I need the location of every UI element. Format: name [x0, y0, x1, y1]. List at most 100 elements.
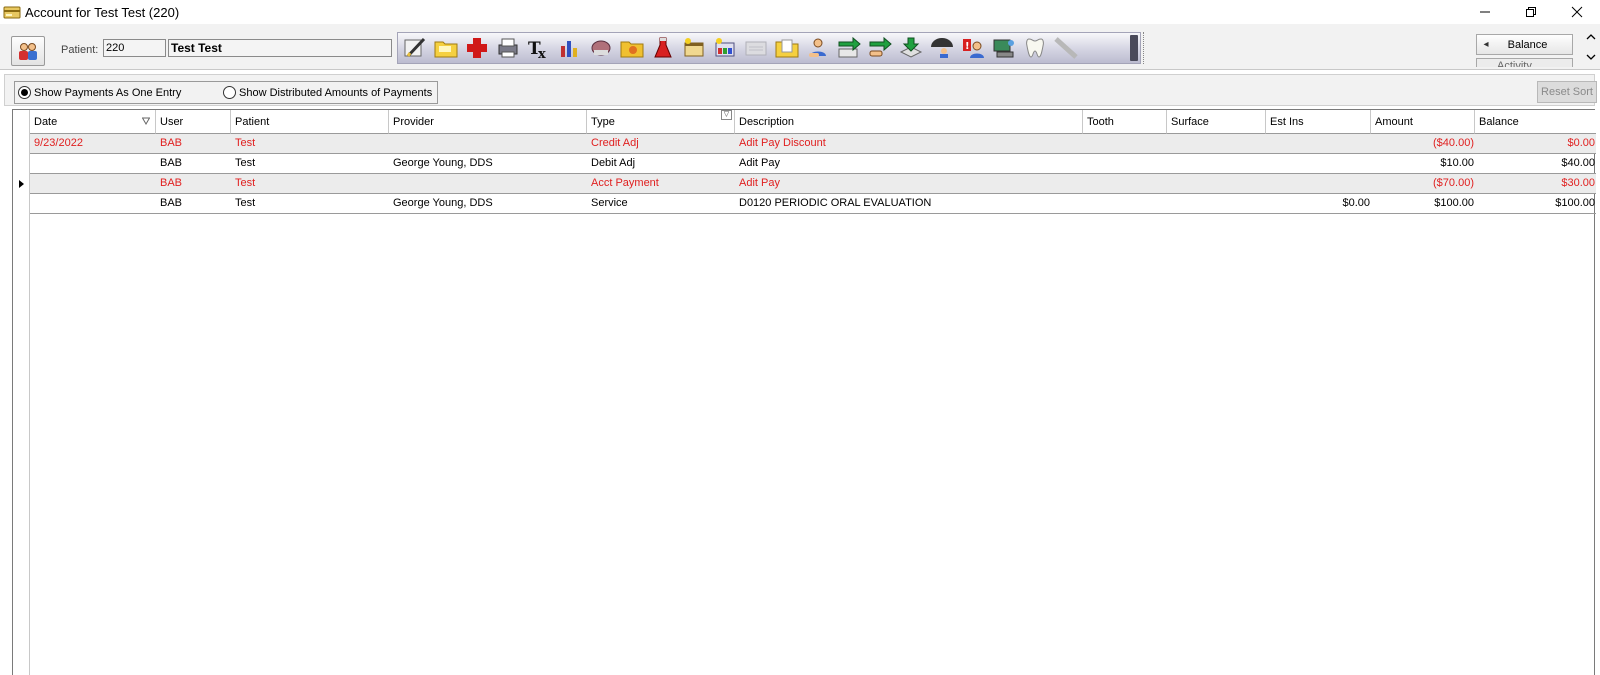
alert-person-button[interactable]: !: [958, 34, 988, 62]
balance-button[interactable]: ◂ Balance: [1476, 34, 1573, 55]
cell-provider: George Young, DDS: [393, 157, 493, 169]
cell-balance: $30.00: [1561, 177, 1595, 189]
radio-one-label: Show Payments As One Entry: [34, 86, 182, 99]
column-header-provider[interactable]: Provider: [389, 110, 587, 134]
minimize-button[interactable]: [1462, 0, 1508, 24]
cell-patient: Test: [235, 197, 256, 209]
chart-button[interactable]: [555, 34, 585, 62]
forward-hand-button[interactable]: [865, 34, 895, 62]
column-header-description[interactable]: Description: [735, 110, 1083, 134]
computer-button[interactable]: [989, 34, 1019, 62]
new-window-button[interactable]: [679, 34, 709, 62]
cell-tooth: [1083, 174, 1167, 193]
column-header-user[interactable]: User: [156, 110, 231, 134]
cell-user: BAB: [160, 177, 183, 189]
cell-user: BAB: [160, 197, 183, 209]
cell-est-ins: $0.00: [1342, 197, 1370, 209]
activity-button[interactable]: Activity: [1476, 58, 1573, 67]
folder-button[interactable]: [431, 34, 461, 62]
patient-label: Patient:: [61, 44, 99, 56]
family-select-button[interactable]: [11, 36, 45, 66]
options-bar: Show Payments As One Entry Show Distribu…: [4, 74, 1597, 106]
column-header-est-ins[interactable]: Est Ins: [1266, 110, 1371, 134]
folder-orange-icon: [620, 41, 644, 58]
cell-patient: Test: [235, 157, 256, 169]
table-row[interactable]: BAB Test Acct Payment Adit Pay ($70.00) …: [30, 174, 1596, 194]
image-folder-button[interactable]: [617, 34, 647, 62]
ruler-button[interactable]: [1051, 34, 1081, 62]
filter-icon[interactable]: ▽: [721, 110, 732, 120]
column-header-type[interactable]: Type ▽: [587, 110, 735, 134]
tooth-chart-button[interactable]: [1020, 34, 1050, 62]
cell-balance: $40.00: [1561, 157, 1595, 169]
cell-surface: [1167, 174, 1266, 193]
window-controls: [1462, 0, 1600, 24]
cell-surface: [1167, 194, 1266, 213]
cell-tooth: [1083, 134, 1167, 153]
new-window-color-icon: [715, 38, 735, 57]
account-card-icon: [3, 6, 21, 19]
cell-surface: [1167, 134, 1266, 153]
cell-description: Adit Pay: [739, 177, 780, 189]
svg-text:!: !: [965, 41, 970, 52]
tx-button[interactable]: Tx: [524, 34, 554, 62]
close-button[interactable]: [1554, 0, 1600, 24]
patient-number-field[interactable]: [103, 39, 166, 57]
patient-name-field[interactable]: [168, 39, 392, 57]
download-tray-icon: [899, 37, 923, 58]
show-payments-one-entry-radio[interactable]: Show Payments As One Entry: [18, 86, 181, 99]
table-row[interactable]: BAB Test George Young, DDS Service D0120…: [30, 194, 1596, 214]
download-button[interactable]: [896, 34, 926, 62]
header-scroll-down-button[interactable]: [1584, 50, 1598, 64]
restore-button[interactable]: [1508, 0, 1554, 24]
user-hand-button[interactable]: [803, 34, 833, 62]
cell-amount: $10.00: [1440, 157, 1474, 169]
insurance-button[interactable]: [927, 34, 957, 62]
new-window-color-button[interactable]: [710, 34, 740, 62]
column-header-date[interactable]: Date: [30, 110, 156, 134]
balance-arrow-icon: ◂: [1483, 39, 1489, 50]
close-icon: [1571, 6, 1583, 18]
lab-button[interactable]: [648, 34, 678, 62]
alert-person-icon: !: [963, 39, 984, 58]
tooth-pink-icon: [591, 40, 611, 56]
edit-pen-button[interactable]: [400, 34, 430, 62]
table-row[interactable]: BAB Test George Young, DDS Debit Adj Adi…: [30, 154, 1596, 174]
perio-button[interactable]: [586, 34, 616, 62]
cell-provider: George Young, DDS: [393, 197, 493, 209]
column-header-patient[interactable]: Patient: [231, 110, 389, 134]
forward-button[interactable]: [834, 34, 864, 62]
reset-sort-button[interactable]: Reset Sort: [1537, 81, 1597, 103]
cell-date: [30, 154, 156, 173]
family-icon: [19, 43, 37, 60]
folder-icon: [434, 41, 458, 58]
column-header-amount[interactable]: Amount: [1371, 110, 1475, 134]
cell-est-ins: [1266, 174, 1371, 193]
payment-display-group: Show Payments As One Entry Show Distribu…: [14, 81, 438, 104]
table-row[interactable]: 9/23/2022 BAB Test Credit Adj Adit Pay D…: [30, 134, 1596, 154]
main-toolbar: Tx !: [397, 32, 1141, 64]
sort-down-icon: [142, 117, 150, 125]
ruler-icon: [1054, 37, 1078, 59]
column-header-surface[interactable]: Surface: [1167, 110, 1266, 134]
column-header-tooth[interactable]: Tooth: [1083, 110, 1167, 134]
grid-rows: 9/23/2022 BAB Test Credit Adj Adit Pay D…: [30, 134, 1596, 214]
open-folder-button[interactable]: [772, 34, 802, 62]
print-button[interactable]: [493, 34, 523, 62]
cell-amount: ($70.00): [1433, 177, 1474, 189]
column-header-balance[interactable]: Balance: [1475, 110, 1596, 134]
cell-amount: $100.00: [1434, 197, 1474, 209]
medical-button[interactable]: [462, 34, 492, 62]
user-hand-icon: [809, 38, 826, 57]
cell-tooth: [1083, 194, 1167, 213]
header-scroll-up-button[interactable]: [1584, 30, 1598, 44]
computer-icon: [993, 39, 1014, 58]
blank-card-button[interactable]: [741, 34, 771, 62]
window-title: Account for Test Test (220): [25, 4, 180, 20]
minimize-icon: [1480, 11, 1490, 13]
toolbar-scroll-handle[interactable]: [1130, 35, 1138, 61]
cell-patient: Test: [235, 137, 256, 149]
cell-provider: [389, 174, 587, 193]
svg-text:x: x: [538, 47, 546, 60]
show-distributed-amounts-radio[interactable]: Show Distributed Amounts of Payments: [223, 86, 432, 99]
